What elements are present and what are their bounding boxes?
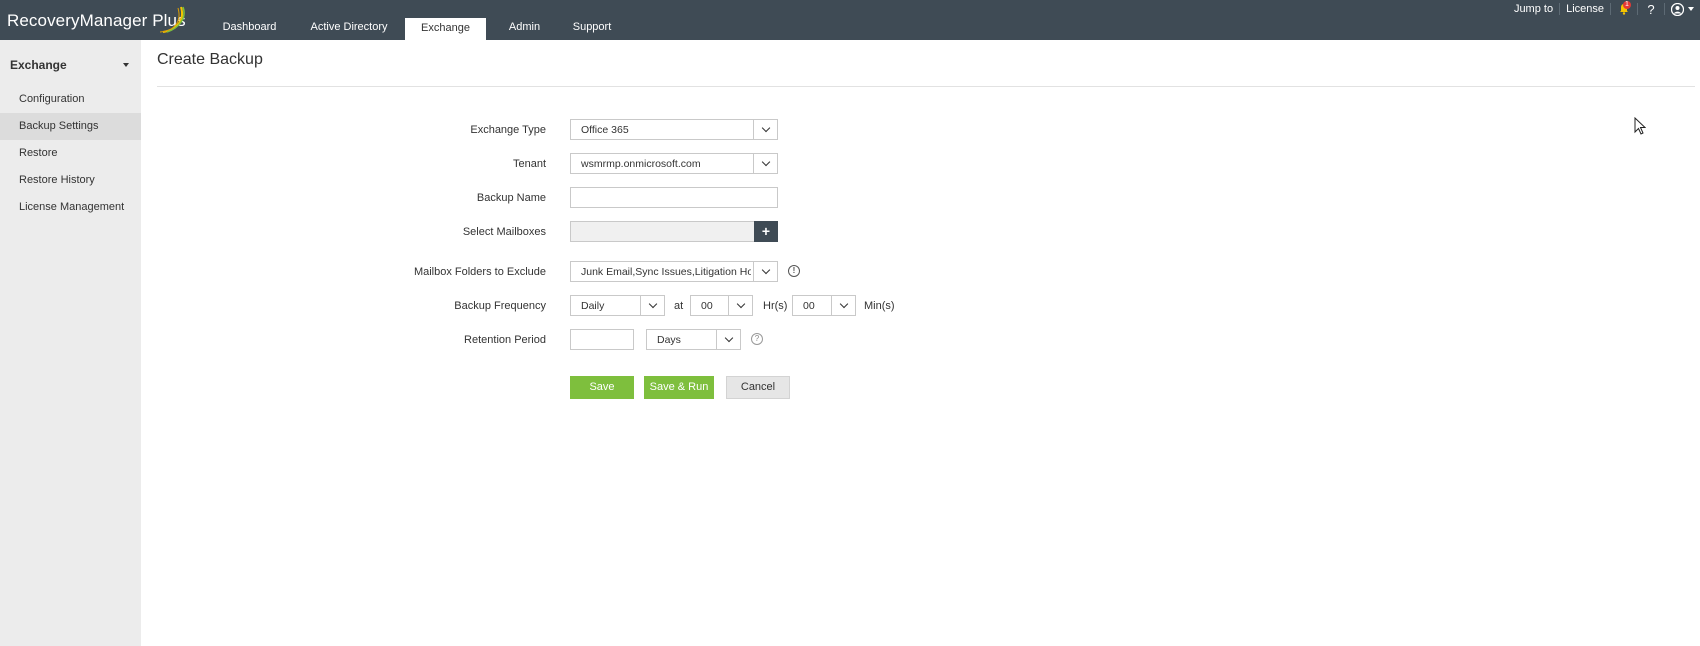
exchange-type-select[interactable]: Office 365 — [570, 119, 778, 140]
retention-unit-select[interactable]: Days — [646, 329, 741, 350]
sidebar-item-backup-settings[interactable]: Backup Settings — [0, 113, 141, 140]
cancel-button[interactable]: Cancel — [726, 376, 790, 399]
hour-unit-label: Hr(s) — [763, 300, 788, 312]
main-nav-tabs: Dashboard Active Directory Exchange Admi… — [206, 0, 621, 40]
license-link[interactable]: License — [1566, 3, 1604, 15]
backup-frequency-select[interactable]: Daily — [570, 295, 665, 316]
help-icon[interactable]: ? — [751, 333, 763, 345]
chevron-down-icon — [753, 120, 777, 139]
tab-admin[interactable]: Admin — [486, 0, 563, 40]
hour-select[interactable]: 00 — [690, 295, 753, 316]
at-label: at — [674, 300, 684, 312]
user-avatar-icon — [1671, 2, 1684, 16]
tab-exchange[interactable]: Exchange — [405, 18, 486, 40]
top-navigation-bar: RecoveryManager Plus Dashboard Active Di… — [0, 0, 1700, 40]
tab-active-directory[interactable]: Active Directory — [293, 0, 405, 40]
logo-swoosh-icon — [159, 6, 185, 33]
notification-badge: 1 — [1623, 1, 1631, 9]
notification-bell-icon[interactable]: 1 — [1617, 1, 1631, 17]
select-mailboxes-label: Select Mailboxes — [462, 226, 546, 238]
sidebar-item-configuration[interactable]: Configuration — [0, 86, 141, 113]
folders-exclude-value: Junk Email,Sync Issues,Litigation Hold I… — [581, 266, 751, 278]
save-button[interactable]: Save — [570, 376, 634, 399]
tenant-value: wsmrmp.onmicrosoft.com — [581, 158, 701, 170]
top-right-actions: Jump to License 1 ? — [1514, 1, 1694, 17]
sidebar-heading[interactable]: Exchange — [10, 58, 67, 72]
backup-frequency-value: Daily — [581, 300, 605, 312]
divider — [1559, 3, 1561, 15]
tab-support[interactable]: Support — [563, 0, 621, 40]
chevron-down-icon — [753, 154, 777, 173]
hour-value: 00 — [701, 300, 713, 312]
sidebar-item-restore-history[interactable]: Restore History — [0, 167, 141, 194]
select-mailboxes-field[interactable] — [570, 221, 755, 242]
retention-unit-value: Days — [657, 334, 681, 346]
divider — [1664, 3, 1665, 15]
folders-exclude-label: Mailbox Folders to Exclude — [413, 266, 546, 278]
jump-to-link[interactable]: Jump to — [1514, 3, 1553, 15]
tenant-select[interactable]: wsmrmp.onmicrosoft.com — [570, 153, 778, 174]
add-mailbox-button[interactable]: + — [754, 221, 778, 242]
minute-select[interactable]: 00 — [792, 295, 856, 316]
user-menu[interactable] — [1671, 2, 1694, 16]
folders-exclude-select[interactable]: Junk Email,Sync Issues,Litigation Hold I… — [570, 261, 778, 282]
backup-frequency-label: Backup Frequency — [454, 300, 546, 312]
chevron-down-icon — [831, 296, 855, 315]
sidebar-item-restore[interactable]: Restore — [0, 140, 141, 167]
exchange-type-label: Exchange Type — [470, 124, 546, 136]
tab-dashboard[interactable]: Dashboard — [206, 0, 293, 40]
divider — [1637, 3, 1638, 15]
save-and-run-button[interactable]: Save & Run — [644, 376, 714, 399]
help-icon[interactable]: ? — [1644, 2, 1658, 17]
backup-name-label: Backup Name — [476, 192, 546, 204]
caret-down-icon[interactable] — [123, 63, 129, 67]
page-title: Create Backup — [157, 51, 263, 68]
sidebar: Exchange Configuration Backup Settings R… — [0, 40, 141, 646]
divider — [1610, 3, 1611, 15]
sidebar-item-license-management[interactable]: License Management — [0, 194, 141, 221]
info-icon[interactable]: ! — [788, 265, 800, 277]
chevron-down-icon — [640, 296, 664, 315]
tenant-label: Tenant — [512, 158, 546, 170]
backup-name-input[interactable] — [570, 187, 778, 208]
chevron-down-icon — [1688, 7, 1694, 11]
logo-text: RecoveryManager — [7, 11, 148, 30]
minute-value: 00 — [803, 300, 815, 312]
title-divider — [157, 86, 1695, 87]
minute-unit-label: Min(s) — [864, 300, 895, 312]
retention-period-label: Retention Period — [464, 334, 546, 346]
chevron-down-icon — [753, 262, 777, 281]
mouse-cursor-icon — [1634, 117, 1646, 135]
retention-period-input[interactable] — [570, 329, 634, 350]
exchange-type-value: Office 365 — [581, 124, 629, 136]
chevron-down-icon — [716, 330, 740, 349]
chevron-down-icon — [728, 296, 752, 315]
